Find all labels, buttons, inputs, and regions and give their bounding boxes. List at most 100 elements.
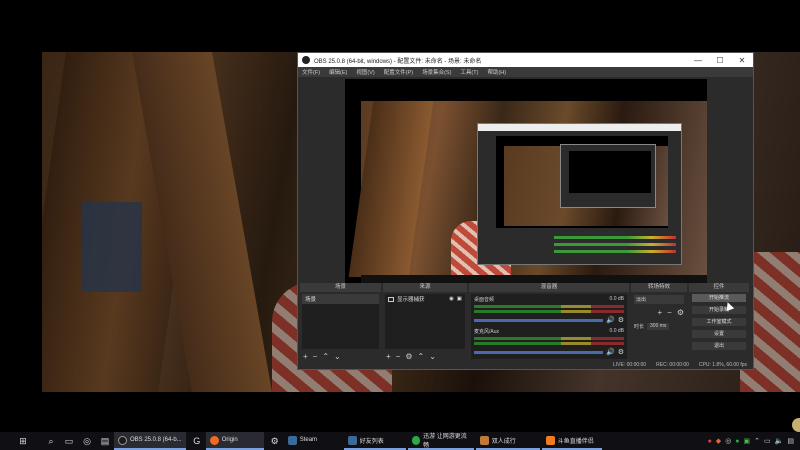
- obs-titlebar[interactable]: OBS 25.0.8 (64-bit, windows) - 配置文件: 未命名…: [298, 53, 753, 67]
- minimize-button[interactable]: —: [687, 56, 709, 65]
- gear-icon[interactable]: ⚙: [618, 348, 624, 356]
- system-tray: ● ◆ ◎ ● ▣ ⌃ ▭ 🔈 ▤: [708, 437, 800, 446]
- tray-xunyou-icon[interactable]: ●: [735, 438, 739, 445]
- obs-logo-icon: [302, 56, 310, 64]
- steam-icon: [347, 435, 357, 445]
- preview-canvas[interactable]: [345, 79, 707, 283]
- windows-start-icon[interactable]: ⊞: [4, 432, 42, 450]
- menu-profile[interactable]: 配置文件(P): [384, 68, 413, 76]
- menu-help[interactable]: 帮助(H): [487, 68, 506, 76]
- douyu-icon: [545, 435, 555, 445]
- tray-steam-icon[interactable]: ◎: [725, 437, 731, 445]
- sources-header: 来源: [383, 283, 467, 292]
- lock-icon[interactable]: ▣: [457, 296, 462, 302]
- game-icon: [479, 435, 489, 445]
- tray-chevron-up-icon[interactable]: ⌃: [754, 437, 760, 445]
- transitions-header: 转场特效: [631, 283, 687, 292]
- add-icon[interactable]: +: [657, 308, 662, 317]
- taskbar-app-label: Origin: [221, 437, 238, 443]
- source-item[interactable]: 显示器捕获 ◉ ▣: [385, 294, 465, 304]
- tray-app-icon[interactable]: ◆: [716, 437, 721, 445]
- folder-icon[interactable]: ▤: [96, 432, 114, 450]
- gear-icon[interactable]: ⚙: [266, 432, 284, 450]
- tray-wechat-icon[interactable]: ▣: [744, 437, 751, 445]
- desktop: OBS 25.0.8 (64-bit, windows) - 配置文件: 未命名…: [0, 0, 800, 432]
- transition-select[interactable]: 淡出: [634, 295, 684, 304]
- start-streaming-button[interactable]: 开始推流: [692, 294, 746, 302]
- docks: 场景 场景 + − ⌃ ⌄ 来源 显示器捕获 ◉ ▣ + − ⚙ ⌃ ⌄ 混音器…: [298, 283, 753, 361]
- obs-window[interactable]: OBS 25.0.8 (64-bit, windows) - 配置文件: 未命名…: [297, 52, 754, 370]
- taskbar-app-obs[interactable]: OBS 25.0.8 (64-b...: [114, 432, 186, 450]
- nested-obs-window: [477, 123, 682, 265]
- close-button[interactable]: ✕: [731, 56, 753, 65]
- remove-icon[interactable]: −: [396, 352, 401, 361]
- eye-icon[interactable]: ◉: [449, 296, 454, 302]
- down-icon[interactable]: ⌄: [429, 352, 436, 361]
- duration-input[interactable]: 300 ms: [647, 323, 670, 330]
- tray-volume-icon[interactable]: 🔈: [775, 437, 784, 445]
- search-icon[interactable]: ⌕: [42, 432, 60, 450]
- steam-icon: [287, 435, 297, 445]
- studio-mode-button[interactable]: 工作室模式: [692, 318, 746, 326]
- volume-meter: [474, 337, 624, 340]
- taskbar-app-xunyou[interactable]: 迅游 让网游更流畅: [407, 432, 474, 450]
- menu-scene-collection[interactable]: 场景集合(S): [422, 68, 451, 76]
- up-icon[interactable]: ⌃: [418, 352, 425, 361]
- taskbar-app-steam[interactable]: Steam: [284, 432, 342, 450]
- channel-level: 0.0 dB: [609, 296, 624, 302]
- start-recording-button[interactable]: 开始录制: [692, 306, 746, 314]
- xunyou-icon: [411, 435, 421, 445]
- taskbar-app-game[interactable]: 双人成行: [475, 432, 540, 450]
- transitions-dock: 转场特效 淡出 + − ⚙ 时长 300 ms: [631, 283, 687, 361]
- down-icon[interactable]: ⌄: [334, 352, 341, 361]
- mixer-dock: 混音器 桌面音频 0.0 dB 🔊 ⚙ 麦克风/Aux 0.0 dB 🔊 ⚙: [469, 283, 629, 361]
- rec-time: REC: 00:00:00: [656, 362, 689, 368]
- nested-obs-window-inner: [560, 144, 656, 208]
- gear-icon[interactable]: ⚙: [677, 308, 684, 317]
- taskbar-app-label: 斗鱼直播伴侣: [557, 438, 594, 445]
- steam-icon[interactable]: ◎: [78, 432, 96, 450]
- taskbar-app-origin[interactable]: Origin: [205, 432, 264, 450]
- speaker-icon[interactable]: 🔊: [606, 316, 615, 324]
- taskbar-app-douyu[interactable]: 斗鱼直播伴侣: [541, 432, 602, 450]
- remove-icon[interactable]: −: [667, 308, 672, 317]
- menu-tools[interactable]: 工具(T): [460, 68, 478, 76]
- obs-icon: [118, 435, 127, 445]
- menu-view[interactable]: 视图(V): [356, 68, 374, 76]
- maximize-button[interactable]: ☐: [709, 56, 731, 65]
- add-icon[interactable]: +: [303, 352, 308, 361]
- preview-area: [298, 77, 753, 283]
- browser-icon[interactable]: G: [188, 432, 206, 450]
- volume-slider[interactable]: [474, 350, 603, 354]
- scene-item[interactable]: 场景: [302, 294, 379, 304]
- settings-button[interactable]: 设置: [692, 330, 746, 338]
- task-view-icon[interactable]: ▭: [60, 432, 78, 450]
- volume-meter: [474, 305, 624, 308]
- tray-record-icon[interactable]: ●: [708, 438, 712, 445]
- taskbar: ⊞ ⌕ ▭ ◎ ▤ OBS 25.0.8 (64-b... G Origin ⚙…: [0, 432, 800, 450]
- volume-slider[interactable]: [474, 318, 603, 322]
- duration-row: 时长 300 ms: [634, 323, 684, 330]
- scenes-dock: 场景 场景 + − ⌃ ⌄: [300, 283, 381, 361]
- tray-network-icon[interactable]: ▭: [764, 437, 771, 445]
- sources-dock: 来源 显示器捕获 ◉ ▣ + − ⚙ ⌃ ⌄: [383, 283, 467, 361]
- up-icon[interactable]: ⌃: [322, 352, 329, 361]
- live-time: LIVE: 00:00:00: [613, 362, 647, 368]
- volume-meter: [474, 310, 624, 313]
- floating-widget-icon[interactable]: [792, 418, 800, 432]
- taskbar-app-friends[interactable]: 好友列表: [343, 432, 406, 450]
- menu-edit[interactable]: 编辑(E): [329, 68, 347, 76]
- gear-icon[interactable]: ⚙: [405, 352, 412, 361]
- channel-name: 麦克风/Aux: [474, 329, 500, 335]
- exit-button[interactable]: 退出: [692, 342, 746, 350]
- taskbar-app-label: Steam: [299, 437, 318, 443]
- tray-notification-icon[interactable]: ▤: [787, 437, 794, 445]
- add-icon[interactable]: +: [386, 352, 391, 361]
- scenes-toolbar: + − ⌃ ⌄: [300, 351, 381, 361]
- menu-file[interactable]: 文件(F): [302, 68, 320, 76]
- gear-icon[interactable]: ⚙: [618, 316, 624, 324]
- remove-icon[interactable]: −: [313, 352, 318, 361]
- controls-dock: 控件 开始推流 开始录制 工作室模式 设置 退出: [689, 283, 749, 361]
- duration-label: 时长: [634, 324, 645, 330]
- speaker-icon[interactable]: 🔊: [606, 348, 615, 356]
